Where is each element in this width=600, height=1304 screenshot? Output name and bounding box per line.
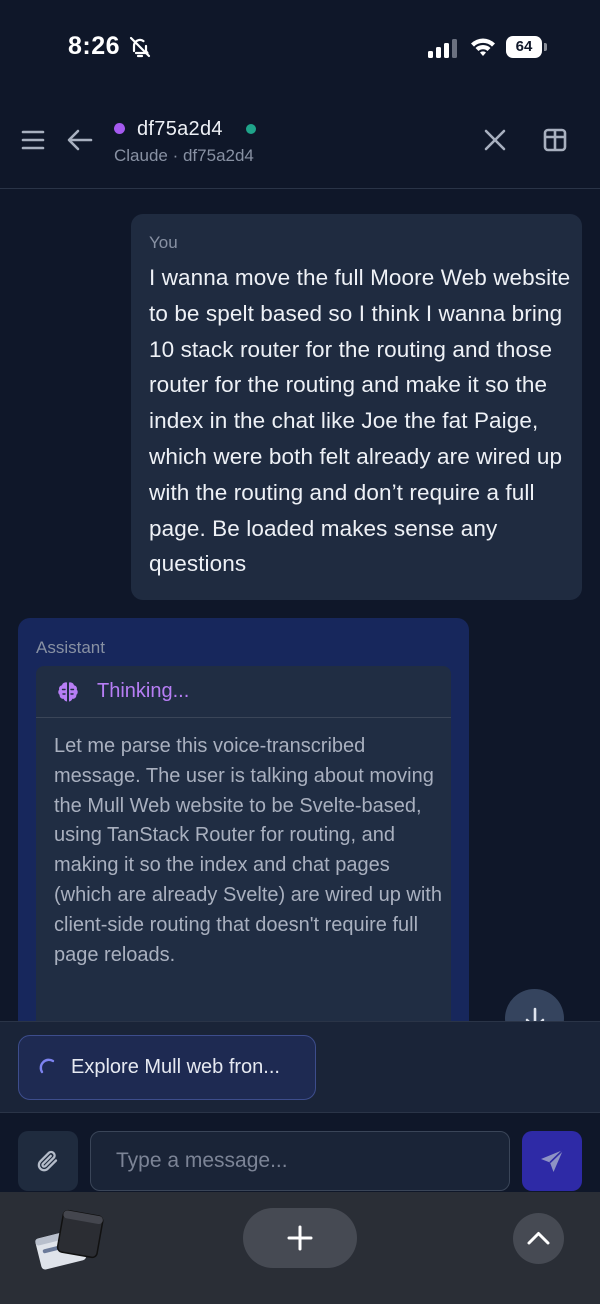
thinking-header[interactable]: Thinking... bbox=[36, 666, 451, 718]
message-role-label: You bbox=[149, 233, 178, 252]
split-view-icon[interactable] bbox=[542, 127, 568, 158]
bell-slash-icon bbox=[128, 35, 152, 64]
running-task-chip[interactable]: Explore Mull web fron... bbox=[18, 1035, 316, 1100]
tabs-icon[interactable] bbox=[34, 1205, 106, 1280]
send-button[interactable] bbox=[522, 1131, 582, 1191]
status-time: 8:26 bbox=[68, 32, 121, 60]
brain-icon bbox=[56, 680, 80, 709]
thinking-text: Let me parse this voice-transcribed mess… bbox=[54, 735, 442, 966]
message-input[interactable] bbox=[90, 1131, 510, 1191]
back-arrow-icon[interactable] bbox=[66, 126, 94, 159]
battery-level: 64 bbox=[506, 36, 542, 58]
menu-icon[interactable] bbox=[20, 128, 46, 157]
wifi-icon bbox=[470, 36, 496, 63]
browser-toolbar bbox=[0, 1192, 600, 1304]
new-tab-button[interactable] bbox=[243, 1208, 357, 1268]
session-title[interactable]: df75a2d4 bbox=[137, 118, 223, 141]
cellular-signal-icon bbox=[428, 38, 460, 63]
user-message-text: I wanna move the full Moore Web website … bbox=[149, 265, 571, 577]
user-message: You I wanna move the full Moore Web webs… bbox=[131, 214, 582, 600]
task-bar: Explore Mull web fron... bbox=[0, 1021, 600, 1113]
session-color-dot bbox=[114, 123, 125, 134]
status-bar: 8:26 64 bbox=[0, 0, 600, 96]
spinner-icon bbox=[39, 1058, 59, 1083]
plus-icon bbox=[287, 1225, 313, 1251]
assistant-message: Assistant Thinking... Let me parse this … bbox=[18, 618, 469, 1038]
task-label: Explore Mull web fron... bbox=[71, 1056, 280, 1078]
online-status-dot bbox=[246, 124, 256, 134]
paperclip-icon bbox=[37, 1150, 58, 1172]
close-icon[interactable] bbox=[482, 127, 508, 158]
send-icon bbox=[541, 1149, 564, 1172]
thinking-label: Thinking... bbox=[97, 680, 190, 702]
battery-icon: 64 bbox=[506, 36, 548, 58]
chat-header: df75a2d4 Claude · df75a2d4 bbox=[0, 96, 600, 189]
attach-button[interactable] bbox=[18, 1131, 78, 1191]
thinking-block: Thinking... Let me parse this voice-tran… bbox=[36, 666, 451, 1038]
message-role-label: Assistant bbox=[36, 638, 105, 657]
chevron-up-icon bbox=[527, 1232, 550, 1245]
expand-toolbar-button[interactable] bbox=[513, 1213, 564, 1264]
message-composer bbox=[0, 1114, 600, 1192]
session-subtitle: Claude · df75a2d4 bbox=[114, 146, 254, 165]
